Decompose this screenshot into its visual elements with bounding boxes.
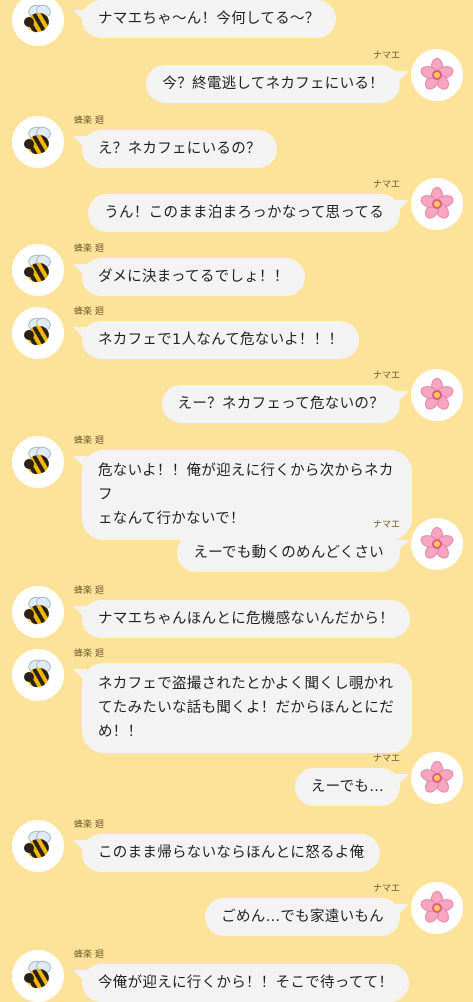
message-text: ダメに決まってるでしょ！！ (98, 269, 289, 285)
message-bubble[interactable]: えーでも動くのめんどくさい (177, 534, 400, 572)
message-bubble[interactable]: 危ないよ！！俺が迎えに行くから次からネカフ ェなんて行かないで！ (82, 450, 412, 540)
message-text: 今俺が迎えに行くから！！そこで待ってて！ (98, 975, 394, 991)
avatar[interactable] (12, 649, 64, 701)
cherry-blossom-icon (418, 377, 456, 413)
sender-name: 蜂楽 廻 (74, 649, 104, 659)
message-text: ネカフェで1人なんて危ないよ！！！ (98, 332, 344, 348)
sender-name: 蜂楽 廻 (74, 244, 104, 254)
bee-icon (21, 958, 55, 993)
message-text: ナマエちゃ〜ん！今何してる〜？ (98, 11, 320, 27)
avatar[interactable] (12, 307, 64, 359)
message-bubble[interactable]: ダメに決まってるでしょ！！ (82, 258, 305, 296)
bee-icon (21, 657, 55, 692)
message-text: えー？ネカフェって危ないの？ (177, 396, 384, 412)
message-bubble[interactable]: ネカフェで1人なんて危ないよ！！！ (82, 321, 360, 359)
avatar[interactable] (411, 882, 463, 934)
sender-name: 蜂楽 廻 (74, 116, 104, 126)
avatar[interactable] (411, 518, 463, 570)
bee-icon (21, 2, 55, 37)
bee-icon (21, 828, 55, 863)
avatar[interactable] (12, 244, 64, 296)
message-text: えーでも動くのめんどくさい (193, 545, 384, 561)
avatar[interactable] (12, 820, 64, 872)
sender-name: 蜂楽 廻 (74, 820, 104, 830)
message-text-line: ネカフェで盗撮されたとかよく聞くし覗かれ (98, 676, 394, 692)
cherry-blossom-icon (418, 186, 456, 222)
message-bubble[interactable]: ナマエちゃ〜ん！今何してる〜？ (82, 0, 336, 38)
avatar[interactable] (12, 436, 64, 488)
message-bubble[interactable]: えー？ネカフェって危ないの？ (161, 385, 400, 423)
avatar[interactable] (12, 950, 64, 1002)
bee-icon (21, 124, 55, 159)
avatar[interactable] (411, 752, 463, 804)
message-text: ごめん…でも家遠いもん (221, 909, 384, 925)
cherry-blossom-icon (418, 890, 456, 926)
sender-name: ナマエ (372, 520, 400, 530)
message-bubble[interactable]: ナマエちゃんほんとに危機感ないんだから！ (82, 600, 410, 638)
message-text-line: め！！ (98, 724, 143, 740)
message-bubble[interactable]: え？ネカフェにいるの？ (82, 130, 277, 168)
bee-icon (21, 444, 55, 479)
message-bubble[interactable]: ごめん…でも家遠いもん (205, 898, 400, 936)
cherry-blossom-icon (418, 526, 456, 562)
message-text: このまま帰らないならほんとに怒るよ俺 (98, 845, 365, 861)
cherry-blossom-icon (418, 760, 456, 796)
sender-name: ナマエ (372, 884, 400, 894)
sender-name: ナマエ (372, 371, 400, 381)
bee-icon (21, 315, 55, 350)
avatar[interactable] (12, 586, 64, 638)
sender-name: 蜂楽 廻 (74, 950, 104, 960)
message-bubble[interactable]: うん！このまま泊まろっかなって思ってる (88, 194, 400, 232)
cherry-blossom-icon (418, 57, 456, 93)
message-text: えーでも… (310, 779, 384, 795)
sender-name: 蜂楽 廻 (74, 436, 104, 446)
bee-icon (21, 252, 55, 287)
message-text: うん！このまま泊まろっかなって思ってる (104, 205, 384, 221)
bee-icon (21, 594, 55, 629)
message-bubble[interactable]: ネカフェで盗撮されたとかよく聞くし覗かれ てたみたいな話も聞くよ！だからほんとに… (82, 663, 412, 753)
sender-name: 蜂楽 廻 (74, 307, 104, 317)
message-text-line: てたみたいな話も聞くよ！だからほんとにだ (98, 700, 394, 716)
message-text: ナマエちゃんほんとに危機感ないんだから！ (98, 611, 394, 627)
avatar[interactable] (411, 178, 463, 230)
message-text-line: ェなんて行かないで！ (98, 511, 245, 527)
message-bubble[interactable]: 今俺が迎えに行くから！！そこで待ってて！ (82, 964, 410, 1002)
message-text: 今？終電逃してネカフェにいる！ (162, 76, 384, 92)
sender-name: ナマエ (372, 180, 400, 190)
message-bubble[interactable]: えーでも… (294, 768, 400, 806)
avatar[interactable] (12, 0, 64, 46)
message-text: え？ネカフェにいるの？ (98, 141, 261, 157)
message-text-line: 危ないよ！！俺が迎えに行くから次からネカフ (98, 463, 394, 503)
sender-name: ナマエ (372, 51, 400, 61)
avatar[interactable] (411, 49, 463, 101)
sender-name: 蜂楽 廻 (74, 586, 104, 596)
sender-name: ナマエ (372, 754, 400, 764)
message-bubble[interactable]: このまま帰らないならほんとに怒るよ俺 (82, 834, 381, 872)
message-bubble[interactable]: 今？終電逃してネカフェにいる！ (146, 65, 400, 103)
avatar[interactable] (411, 369, 463, 421)
avatar[interactable] (12, 116, 64, 168)
